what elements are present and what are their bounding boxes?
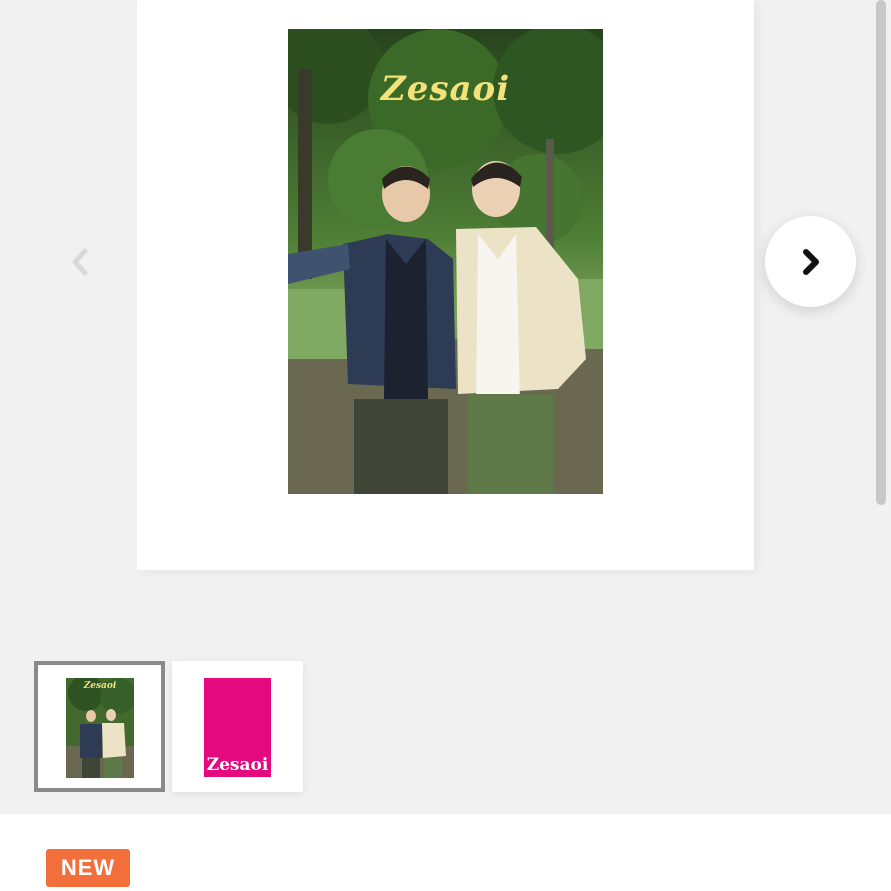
vertical-scrollbar[interactable] <box>876 0 886 505</box>
thumbnail-2[interactable]: Zesaoi <box>172 661 303 792</box>
chevron-right-icon <box>802 248 819 275</box>
thumbnail-2-logo: Zesaoi <box>206 755 269 775</box>
magazine-logo: Zesaoi <box>380 69 511 109</box>
thumbnail-photo-illustration <box>66 678 134 778</box>
main-product-image[interactable]: Zesaoi <box>288 29 603 494</box>
thumbnail-1[interactable]: Zesaoi <box>34 661 165 792</box>
thumbnail-2-image: Zesaoi <box>204 678 271 777</box>
new-badge: NEW <box>46 849 130 887</box>
next-image-button[interactable] <box>765 216 856 307</box>
thumbnail-1-logo: Zesaoi <box>83 681 117 691</box>
product-info-panel: NEW <box>0 814 891 891</box>
thumbnail-1-image: Zesaoi <box>66 678 134 778</box>
previous-image-button[interactable] <box>58 240 102 284</box>
product-page: Zesaoi Zesaoi Zesaoi NEW <box>0 0 891 891</box>
chevron-left-icon <box>72 248 88 276</box>
